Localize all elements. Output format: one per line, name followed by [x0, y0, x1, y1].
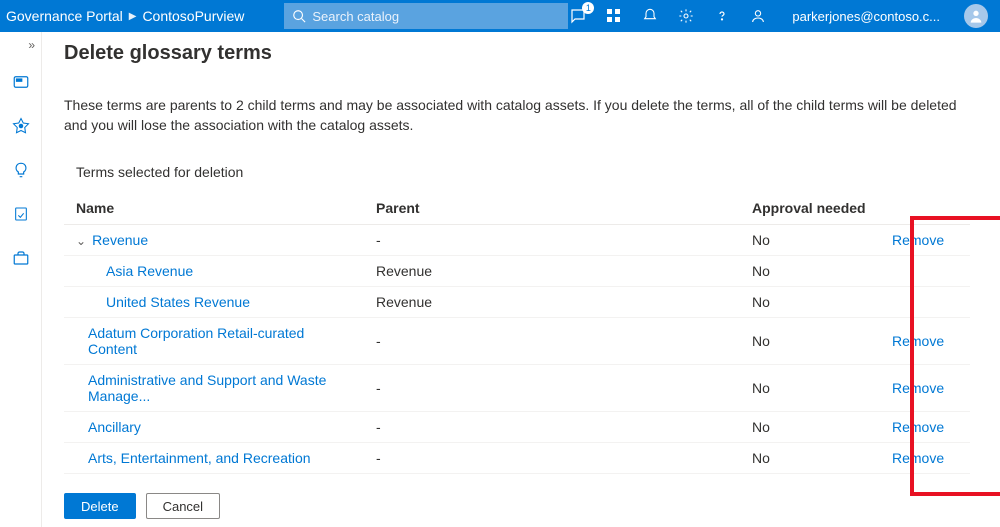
- term-link[interactable]: Adatum Corporation Retail-curated Conten…: [76, 325, 352, 357]
- col-header-parent[interactable]: Parent: [364, 192, 740, 225]
- delete-button[interactable]: Delete: [64, 493, 136, 519]
- feedback-icon[interactable]: [748, 6, 768, 26]
- table-row: Ancillary -No Remove: [64, 411, 970, 442]
- parent-cell: -: [364, 224, 740, 255]
- remove-link[interactable]: Remove: [892, 333, 944, 349]
- table-row: United States Revenue RevenueNo: [64, 286, 970, 317]
- term-link[interactable]: Administrative and Support and Waste Man…: [76, 372, 352, 404]
- col-header-name[interactable]: Name: [64, 192, 364, 225]
- parent-cell: Revenue: [364, 255, 740, 286]
- remove-link[interactable]: Remove: [892, 419, 944, 435]
- remove-link[interactable]: Remove: [892, 380, 944, 396]
- search-icon: [292, 9, 306, 23]
- sidebar-item-insights[interactable]: [7, 156, 35, 184]
- section-label: Terms selected for deletion: [64, 164, 970, 180]
- term-link[interactable]: United States Revenue: [76, 294, 250, 310]
- sidebar-item-management[interactable]: [7, 244, 35, 272]
- approval-cell: No: [740, 317, 880, 364]
- approval-cell: No: [740, 411, 880, 442]
- table-row: ⌄ Revenue -No Remove: [64, 224, 970, 255]
- approval-cell: No: [740, 255, 880, 286]
- approval-cell: No: [740, 442, 880, 473]
- search-box[interactable]: [284, 3, 568, 29]
- chat-badge: 1: [582, 2, 594, 14]
- avatar[interactable]: [964, 4, 988, 28]
- breadcrumb-sep: ▶: [129, 11, 137, 22]
- parent-cell: Revenue: [364, 286, 740, 317]
- parent-cell: -: [364, 442, 740, 473]
- app-launcher-icon[interactable]: [604, 6, 624, 26]
- help-icon[interactable]: [712, 6, 732, 26]
- top-header: Governance Portal ▶ ContosoPurview 1 par…: [0, 0, 1000, 32]
- sidebar-item-catalog[interactable]: [7, 112, 35, 140]
- term-link[interactable]: Revenue: [92, 232, 148, 248]
- approval-cell: No: [740, 286, 880, 317]
- page-title: Delete glossary terms: [64, 42, 970, 65]
- terms-table: Name Parent Approval needed ⌄Revenue-NoR…: [64, 192, 970, 474]
- parent-cell: -: [364, 411, 740, 442]
- remove-link[interactable]: Remove: [892, 232, 944, 248]
- table-row: Adatum Corporation Retail-curated Conten…: [64, 317, 970, 364]
- main-content: Delete glossary terms These terms are pa…: [42, 32, 1000, 527]
- table-row: Administrative and Support and Waste Man…: [64, 364, 970, 411]
- notification-icon[interactable]: [640, 6, 660, 26]
- breadcrumb-current[interactable]: ContosoPurview: [142, 8, 244, 24]
- term-link[interactable]: Arts, Entertainment, and Recreation: [76, 450, 311, 466]
- parent-cell: -: [364, 317, 740, 364]
- parent-cell: -: [364, 364, 740, 411]
- term-link[interactable]: Ancillary: [76, 419, 141, 435]
- settings-icon[interactable]: [676, 6, 696, 26]
- term-link[interactable]: Asia Revenue: [76, 263, 193, 279]
- breadcrumb-root[interactable]: Governance Portal: [6, 8, 123, 24]
- footer-actions: Delete Cancel: [64, 493, 220, 519]
- table-row: Arts, Entertainment, and Recreation -No Re…: [64, 442, 970, 473]
- approval-cell: No: [740, 364, 880, 411]
- cancel-button[interactable]: Cancel: [146, 493, 220, 519]
- table-row: Asia Revenue RevenueNo: [64, 255, 970, 286]
- sidebar-item-policy[interactable]: [7, 200, 35, 228]
- breadcrumb: Governance Portal ▶ ContosoPurview: [6, 8, 244, 24]
- col-header-action: [880, 192, 970, 225]
- user-email[interactable]: parkerjones@contoso.c...: [792, 9, 940, 24]
- search-input[interactable]: [312, 9, 560, 24]
- sidebar: »: [0, 32, 42, 527]
- header-icons: 1 parkerjones@contoso.c...: [568, 4, 988, 28]
- col-header-approval[interactable]: Approval needed: [740, 192, 880, 225]
- sidebar-expand-icon[interactable]: »: [28, 38, 35, 52]
- chat-icon[interactable]: 1: [568, 6, 588, 26]
- chevron-down-icon[interactable]: ⌄: [76, 234, 86, 248]
- approval-cell: No: [740, 224, 880, 255]
- remove-link[interactable]: Remove: [892, 450, 944, 466]
- sidebar-item-sources[interactable]: [7, 68, 35, 96]
- page-description: These terms are parents to 2 child terms…: [64, 95, 964, 136]
